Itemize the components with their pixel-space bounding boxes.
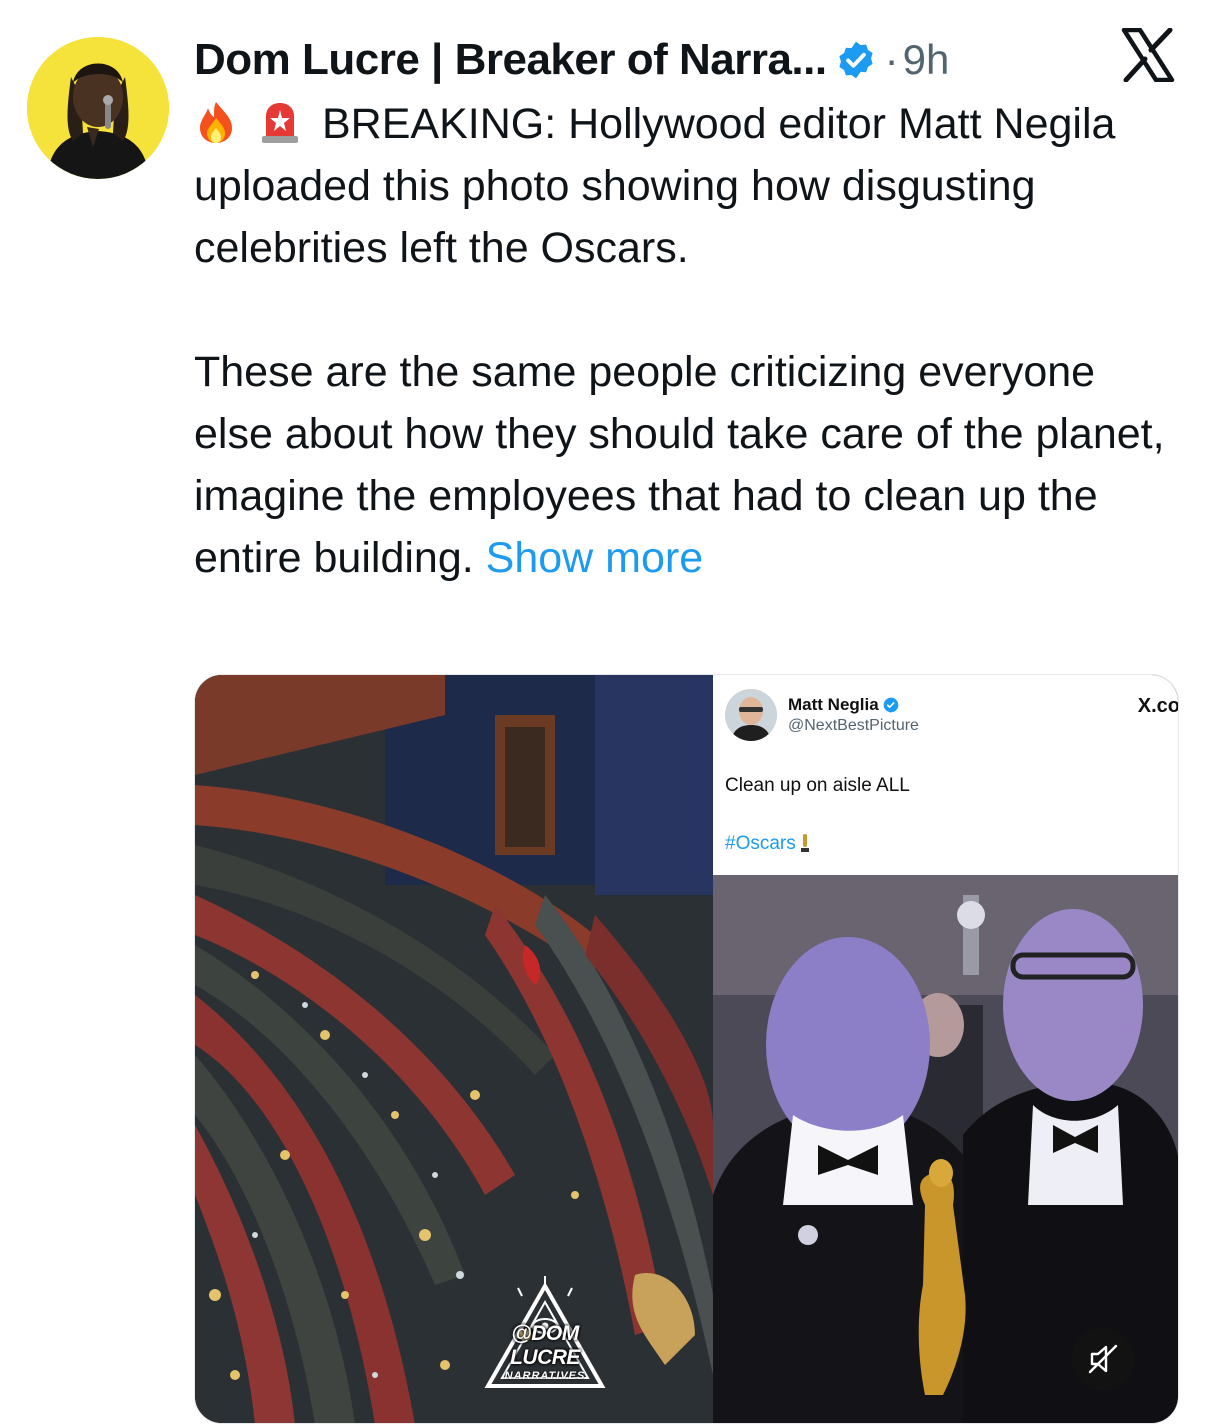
embedded-avatar [725,689,777,741]
x-logo-icon[interactable] [1120,28,1176,82]
mute-button[interactable] [1072,1328,1134,1390]
embedded-handle: @NextBestPicture [788,717,919,734]
tweet-body: BREAKING: Hollywood editor Matt Negila u… [194,93,1179,589]
fire-emoji-icon [194,100,238,144]
tweet[interactable]: Dom Lucre | Breaker of Narra... · 9h BRE… [0,0,1206,1426]
embedded-name-text: Matt Neglia [788,695,879,714]
author-name[interactable]: Dom Lucre | Breaker of Narra... [194,35,827,85]
header-separator: · [884,36,899,83]
embedded-author-name: Matt Neglia [788,695,899,715]
media-image[interactable]: Matt Neglia @NextBestPicture X.co Clean … [194,674,1179,1424]
embedded-text: Clean up on aisle ALL [725,775,910,796]
tweet-paragraph-2: These are the same people criticizing ev… [194,341,1179,589]
tweet-header: Dom Lucre | Breaker of Narra... · 9h [194,30,949,90]
embedded-hashtag-text: #Oscars [725,833,796,854]
speaker-muted-icon [1088,1344,1118,1374]
watermark-sub-text: NARRATIVES [504,1370,586,1382]
embedded-site-label: X.co [1137,695,1179,717]
show-more-link[interactable]: Show more [486,534,703,582]
police-light-emoji-icon [258,100,302,144]
tweet-paragraph-1: BREAKING: Hollywood editor Matt Negila u… [194,93,1179,279]
watermark-main-text: @DOM LUCRE [510,1322,580,1369]
embedded-post: Matt Neglia @NextBestPicture X.co Clean … [713,675,1179,1423]
embedded-verified-icon [883,697,899,713]
tweet-text-line1: BREAKING: Hollywood editor Matt Negila u… [194,100,1116,272]
oscar-trophy-icon [800,834,810,852]
author-avatar[interactable] [27,37,169,179]
theater-photo [195,675,713,1423]
post-time[interactable]: 9h [903,36,950,84]
verified-badge-icon [835,39,877,81]
embedded-hashtag: #Oscars [725,833,810,855]
